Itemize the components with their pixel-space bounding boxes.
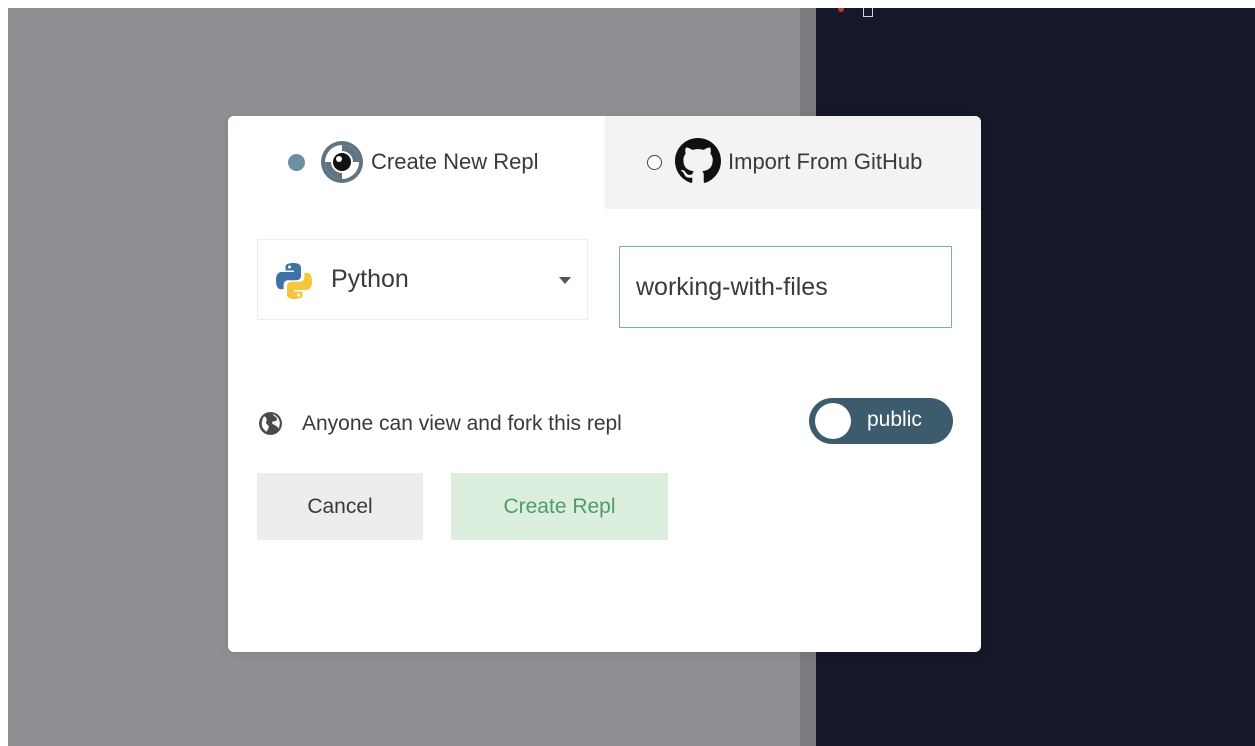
repl-name-input[interactable] xyxy=(619,246,952,328)
editor-marks xyxy=(838,8,878,20)
cancel-button[interactable]: Cancel xyxy=(257,473,423,540)
tab-create-new-repl[interactable]: Create New Repl xyxy=(228,116,605,209)
toggle-label: public xyxy=(867,408,922,431)
python-logo-icon xyxy=(276,263,312,299)
radio-unselected-icon[interactable] xyxy=(647,155,662,170)
radio-selected-icon[interactable] xyxy=(288,154,305,171)
tab-import-from-github[interactable]: Import From GitHub xyxy=(605,116,981,209)
create-repl-modal: Create New Repl Import From GitHub Pytho… xyxy=(228,116,981,652)
language-select[interactable]: Python xyxy=(257,239,588,320)
red-marker-icon xyxy=(838,8,844,12)
visibility-toggle[interactable]: public xyxy=(809,398,953,444)
app-frame: Create New Repl Import From GitHub Pytho… xyxy=(8,8,1255,746)
replit-logo-icon xyxy=(321,141,363,183)
create-repl-button[interactable]: Create Repl xyxy=(451,473,668,540)
tab-create-label: Create New Repl xyxy=(371,149,539,174)
cursor-box-icon xyxy=(863,8,873,17)
privacy-description: Anyone can view and fork this repl xyxy=(302,412,622,435)
toggle-knob[interactable] xyxy=(815,403,851,439)
github-logo-icon xyxy=(675,138,721,183)
language-value: Python xyxy=(331,265,409,293)
globe-icon xyxy=(259,412,282,435)
chevron-down-icon[interactable] xyxy=(559,277,571,284)
modal-tabs: Create New Repl Import From GitHub xyxy=(228,116,981,209)
tab-import-label: Import From GitHub xyxy=(728,149,923,174)
